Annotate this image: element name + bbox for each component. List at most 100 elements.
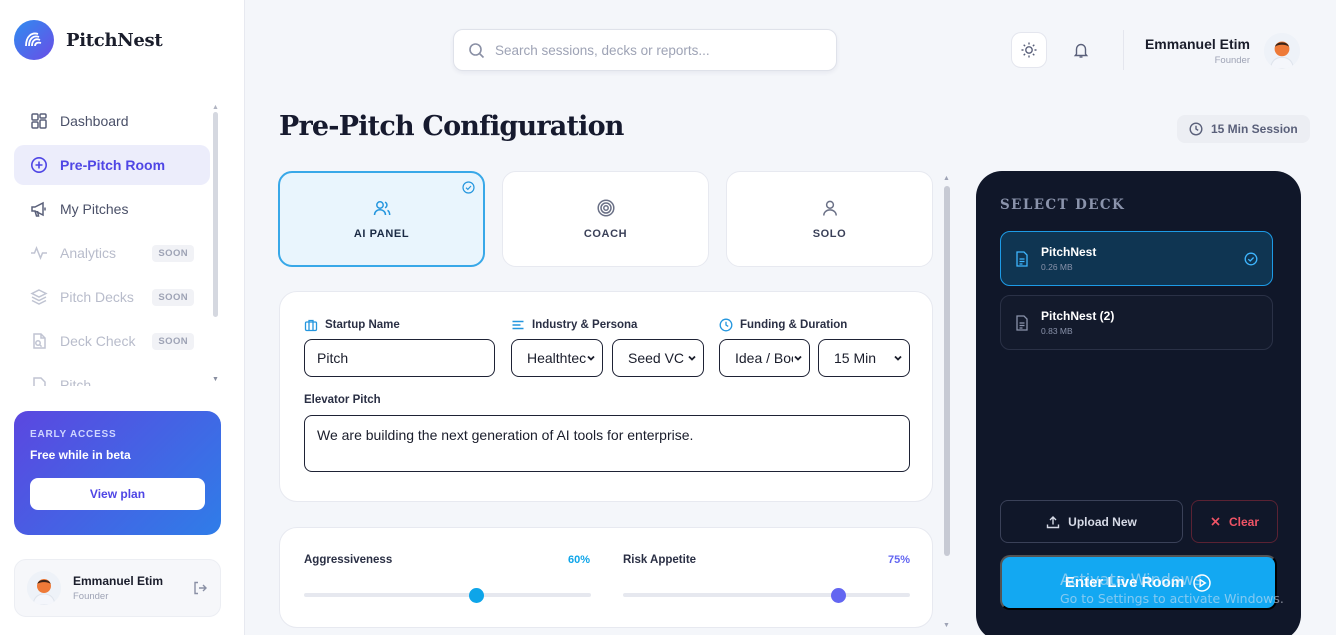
scroll-down-arrow-icon[interactable]: ▼ xyxy=(212,376,219,383)
header-user-role: Founder xyxy=(1214,55,1250,66)
search-bar[interactable] xyxy=(453,29,837,71)
scroll-down-arrow-icon[interactable]: ▼ xyxy=(943,622,950,629)
funding-stage-select[interactable]: Idea / Bootstrapped xyxy=(719,339,810,377)
brand-name: PitchNest xyxy=(66,29,163,51)
deck-panel-title: SELECT DECK xyxy=(1000,197,1126,213)
sidebar-item-label: Pitch Decks xyxy=(60,289,134,305)
sidebar-item-my-pitches[interactable]: My Pitches xyxy=(14,189,210,229)
duration-select[interactable]: 15 Min xyxy=(818,339,910,377)
upload-icon xyxy=(1046,515,1060,529)
sidebar-user-card[interactable]: Emmanuel Etim Founder xyxy=(14,559,221,617)
startup-name-input[interactable]: Pitch xyxy=(304,339,495,377)
session-pill-label: 15 Min Session xyxy=(1211,122,1298,136)
soon-badge: SOON xyxy=(152,332,194,350)
chevron-down-icon xyxy=(893,353,903,363)
deck-item[interactable]: PitchNest 0.26 MB xyxy=(1000,231,1273,286)
deck-item[interactable]: PitchNest (2) 0.83 MB xyxy=(1000,295,1273,350)
duration-value: 15 Min xyxy=(834,350,877,366)
mode-card-solo[interactable]: SOLO xyxy=(726,171,933,267)
notifications-button[interactable] xyxy=(1063,32,1099,68)
sidebar-item-pre-pitch-room[interactable]: Pre-Pitch Room xyxy=(14,145,210,185)
elevator-pitch-label: Elevator Pitch xyxy=(304,394,381,406)
scroll-up-arrow-icon[interactable]: ▲ xyxy=(943,175,950,182)
soon-badge: SOON xyxy=(152,244,194,262)
sidebar-item-analytics[interactable]: Analytics SOON xyxy=(14,233,210,273)
avatar xyxy=(1264,33,1300,69)
logout-icon[interactable] xyxy=(192,580,208,596)
search-icon xyxy=(468,42,485,59)
mode-label: COACH xyxy=(583,228,628,240)
scroll-up-arrow-icon[interactable]: ▲ xyxy=(212,104,219,111)
startup-name-label: Startup Name xyxy=(304,318,400,332)
enter-live-room-button[interactable]: Enter Live Room xyxy=(1000,555,1277,610)
soon-badge: SOON xyxy=(152,288,194,306)
check-circle-icon xyxy=(1244,252,1258,266)
sidebar-item-dashboard[interactable]: Dashboard xyxy=(14,101,210,141)
mode-card-coach[interactable]: COACH xyxy=(502,171,709,267)
user-icon xyxy=(820,198,840,218)
mode-label: SOLO xyxy=(812,228,847,240)
sidebar-item-label: Pitch xyxy=(60,377,92,386)
pitch-details-card: Startup Name Pitch Industry & Persona He… xyxy=(279,291,933,502)
elevator-pitch-textarea[interactable]: We are building the next generation of A… xyxy=(304,415,910,472)
upload-new-button[interactable]: Upload New xyxy=(1000,500,1183,543)
aggressiveness-slider[interactable] xyxy=(304,587,591,603)
menu-lines-icon xyxy=(511,318,525,332)
sidebar-item-pitch-decks[interactable]: Pitch Decks SOON xyxy=(14,277,210,317)
industry-persona-label: Industry & Persona xyxy=(511,318,637,332)
chevron-down-icon xyxy=(586,353,596,363)
enter-label: Enter Live Room xyxy=(1064,574,1185,591)
sidebar: PitchNest Dashboard Pre-Pitch Room My Pi… xyxy=(0,0,245,635)
sidebar-scrollbar[interactable] xyxy=(213,112,218,317)
industry-select[interactable]: Healthtech xyxy=(511,339,603,377)
early-access-card: EARLY ACCESS Free while in beta View pla… xyxy=(14,411,221,535)
aggressiveness-label: Aggressiveness xyxy=(304,554,393,566)
main-scrollbar[interactable] xyxy=(944,186,950,556)
header-user-menu[interactable]: Emmanuel Etim Founder xyxy=(1140,33,1300,69)
risk-appetite-value: 75% xyxy=(888,554,911,566)
persona-select[interactable]: Seed VC xyxy=(612,339,704,377)
sidebar-item-label: My Pitches xyxy=(60,201,129,217)
sun-icon xyxy=(1020,41,1038,59)
funding-value: Idea / Bootstrapped xyxy=(735,350,793,366)
layers-icon xyxy=(30,288,48,306)
upload-label: Upload New xyxy=(1068,514,1137,529)
risk-appetite-slider[interactable] xyxy=(623,587,910,603)
header-divider xyxy=(1123,30,1124,70)
check-circle-icon xyxy=(462,181,475,194)
sidebar-item-deck-check[interactable]: Deck Check SOON xyxy=(14,321,210,361)
sidebar-item-label: Pre-Pitch Room xyxy=(60,157,166,173)
deck-size: 0.26 MB xyxy=(1041,262,1073,272)
view-plan-button[interactable]: View plan xyxy=(30,478,205,510)
clock-icon xyxy=(1189,122,1203,136)
theme-toggle-button[interactable] xyxy=(1011,32,1047,68)
sidebar-item-label: Deck Check xyxy=(60,333,136,349)
chevron-down-icon xyxy=(687,353,697,363)
elevator-pitch-value: We are building the next generation of A… xyxy=(317,427,694,443)
slider-thumb[interactable] xyxy=(468,587,484,603)
field-label-text: Industry & Persona xyxy=(532,319,638,331)
field-label-text: Startup Name xyxy=(325,319,400,331)
sidebar-item-pitch[interactable]: Pitch xyxy=(14,365,210,386)
mode-card-ai-panel[interactable]: AI PANEL xyxy=(278,171,485,267)
clear-button[interactable]: Clear xyxy=(1191,500,1278,543)
behavior-sliders-card: Aggressiveness 60% Risk Appetite 75% xyxy=(279,527,933,628)
page-title: Pre-Pitch Configuration xyxy=(279,111,624,142)
target-icon xyxy=(596,198,616,218)
file-icon xyxy=(30,376,48,386)
bell-icon xyxy=(1072,41,1090,59)
dashboard-icon xyxy=(30,112,48,130)
industry-value: Healthtech xyxy=(527,350,586,366)
risk-appetite-label: Risk Appetite xyxy=(623,554,697,566)
sidebar-item-label: Dashboard xyxy=(60,113,129,129)
clock-icon xyxy=(719,318,733,332)
sidebar-item-label: Analytics xyxy=(60,245,117,261)
search-input[interactable] xyxy=(495,42,815,58)
chevron-down-icon xyxy=(793,353,803,363)
brand[interactable]: PitchNest xyxy=(14,20,163,60)
pitchnest-logo xyxy=(14,20,54,60)
slider-thumb[interactable] xyxy=(830,587,846,603)
sidebar-nav: Dashboard Pre-Pitch Room My Pitches Anal… xyxy=(14,101,210,386)
header-user-name: Emmanuel Etim xyxy=(1144,36,1250,52)
funding-duration-label: Funding & Duration xyxy=(719,318,847,332)
